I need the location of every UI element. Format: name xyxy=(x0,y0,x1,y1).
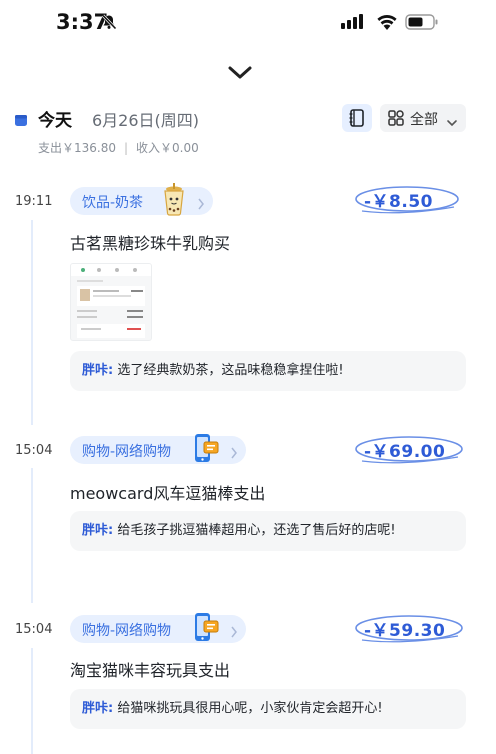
collapse-chevron-icon[interactable] xyxy=(226,64,254,86)
online-shopping-icon xyxy=(192,611,220,649)
daily-summary: 支出￥136.80 | 收入￥0.00 xyxy=(38,139,199,156)
amount-badge: -￥8.50 xyxy=(354,184,460,214)
comment-author: 胖咔: xyxy=(82,363,114,378)
status-bar: 3:37 xyxy=(0,0,496,48)
record-time: 15:04 xyxy=(15,622,53,637)
bell-muted-icon xyxy=(101,14,117,34)
record-title: meowcard风车逗猫棒支出 xyxy=(70,484,266,503)
timeline-line xyxy=(31,648,33,754)
chevron-right-icon xyxy=(230,444,238,463)
comment-text: 选了经典款奶茶，这品味稳稳拿捏住啦! xyxy=(117,363,344,378)
comment-text: 给毛孩子挑逗猫棒超用心，还选了售后好的店呢! xyxy=(117,523,396,538)
ai-comment: 胖咔: 给猫咪挑玩具很用心呢，小家伙肯定会超开心! xyxy=(70,689,466,729)
comment-text: 给猫咪挑玩具很用心呢，小家伙肯定会超开心! xyxy=(117,701,383,716)
record-time: 15:04 xyxy=(15,443,53,458)
category-label: 购物-网络购物 xyxy=(82,623,172,639)
record-title: 古茗黑糖珍珠牛乳购买 xyxy=(70,234,231,253)
chevron-down-icon xyxy=(446,113,458,132)
category-label: 饮品-奶茶 xyxy=(82,195,144,211)
today-label: 今天 xyxy=(38,111,72,131)
amount-value: -￥69.00 xyxy=(364,442,446,462)
online-shopping-icon xyxy=(192,432,220,470)
date-header: 今天 6月26日(周四) 全部 xyxy=(14,104,484,134)
category-label: 购物-网络购物 xyxy=(82,444,172,460)
amount-value: -￥59.30 xyxy=(364,621,446,641)
amount-badge: -￥59.30 xyxy=(354,613,464,643)
amount-badge: -￥69.00 xyxy=(354,434,464,464)
comment-author: 胖咔: xyxy=(82,701,114,716)
ai-comment: 胖咔: 给毛孩子挑逗猫棒超用心，还选了售后好的店呢! xyxy=(70,511,466,551)
grid-icon xyxy=(388,110,404,130)
milk-tea-icon xyxy=(160,183,188,221)
category-tag[interactable]: 饮品-奶茶 xyxy=(70,183,213,216)
amount-value: -￥8.50 xyxy=(364,192,433,212)
category-tag[interactable]: 购物-网络购物 xyxy=(70,434,246,464)
ledger-book-button[interactable] xyxy=(342,104,372,132)
income-summary: 收入￥0.00 xyxy=(136,141,199,155)
record-time: 19:11 xyxy=(15,194,53,209)
date-text: 6月26日(周四) xyxy=(92,111,200,130)
category-tag[interactable]: 购物-网络购物 xyxy=(70,613,246,643)
chevron-right-icon xyxy=(230,623,238,642)
battery-icon xyxy=(405,14,439,34)
wifi-icon xyxy=(375,13,399,35)
timeline-line xyxy=(31,468,33,603)
summary-separator: | xyxy=(124,141,129,155)
filter-label: 全部 xyxy=(410,112,438,128)
cellular-signal-icon xyxy=(341,13,367,33)
comment-author: 胖咔: xyxy=(82,523,114,538)
receipt-thumbnail[interactable] xyxy=(70,263,152,341)
record-title: 淘宝猫咪丰容玩具支出 xyxy=(70,661,231,680)
ai-comment: 胖咔: 选了经典款奶茶，这品味稳稳拿捏住啦! xyxy=(70,351,466,391)
timeline-line xyxy=(31,220,33,425)
expense-summary: 支出￥136.80 xyxy=(38,141,116,155)
calendar-icon xyxy=(14,112,28,131)
filter-dropdown[interactable]: 全部 xyxy=(380,104,466,132)
ledger-book-icon xyxy=(349,109,365,131)
chevron-right-icon xyxy=(197,195,205,214)
